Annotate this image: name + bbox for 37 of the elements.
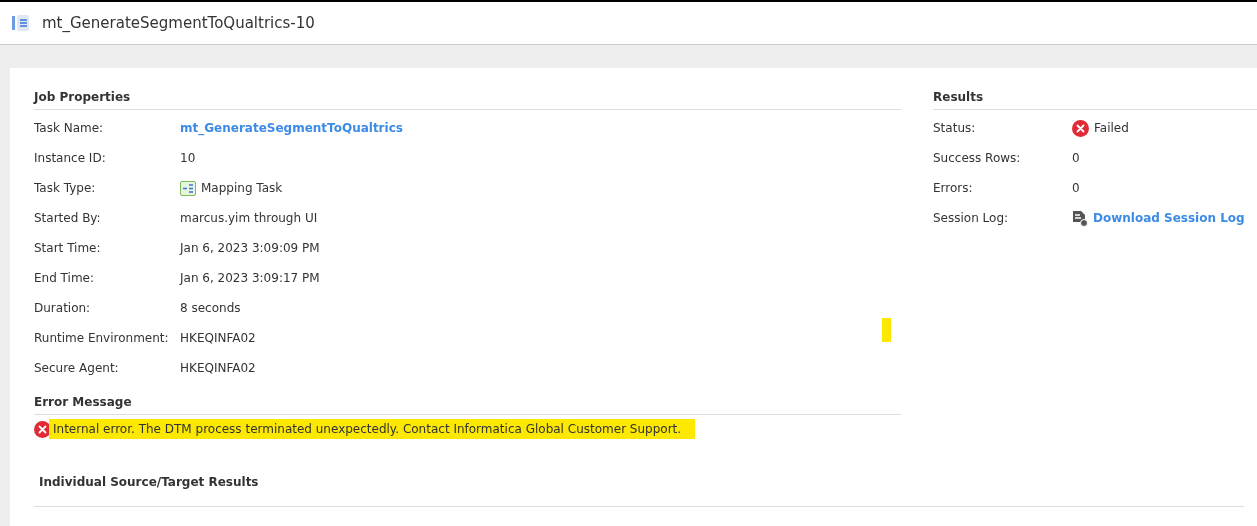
mapping-task-icon	[180, 180, 196, 196]
field-value: HKEQINFA02	[180, 331, 256, 345]
field-label: Task Type:	[34, 181, 97, 195]
document-download-icon	[1072, 209, 1088, 227]
task-link[interactable]: mt_GenerateSegmentToQualtrics	[180, 121, 403, 135]
field-value: Jan 6, 2023 3:09:17 PM	[180, 271, 320, 285]
field-label: Runtime Environment:	[34, 331, 170, 345]
section-title: Job Properties	[34, 90, 131, 104]
field-label: Session Log:	[933, 211, 1010, 225]
field-value: 0	[1072, 151, 1080, 165]
field-label: Instance ID:	[34, 151, 107, 165]
field-value: marcus.yim through UI	[180, 211, 318, 225]
field-value: 10	[180, 151, 196, 165]
field-label: Duration:	[34, 301, 92, 315]
field-label: Status:	[933, 121, 977, 135]
error-icon	[1072, 119, 1089, 137]
page-title: mt_GenerateSegmentToQualtrics-10	[42, 14, 315, 32]
highlight-mark	[882, 318, 891, 342]
field-label: Errors:	[933, 181, 974, 195]
section-title: Individual Source/Target Results	[39, 475, 259, 489]
field-value: HKEQINFA02	[180, 361, 256, 375]
status-value: Failed	[1094, 121, 1129, 135]
download-link[interactable]: Download Session Log	[1093, 211, 1245, 225]
document-icon	[12, 14, 30, 32]
section-title: Error Message	[34, 395, 132, 409]
field-label: Started By:	[34, 211, 102, 225]
field-value: 8 seconds	[180, 301, 241, 315]
field-value: 0	[1072, 181, 1080, 195]
field-label: Success Rows:	[933, 151, 1022, 165]
field-label: Start Time:	[34, 241, 102, 255]
field-value: Mapping Task	[201, 181, 283, 195]
field-value: Jan 6, 2023 3:09:09 PM	[180, 241, 320, 255]
section-title: Results	[933, 90, 984, 104]
field-label: Task Name:	[34, 121, 105, 135]
field-label: End Time:	[34, 271, 96, 285]
field-label: Secure Agent:	[34, 361, 120, 375]
error-message: Internal error. The DTM process terminated unexpectedly. Contact Informatica Global Customer Support.	[49, 419, 696, 439]
